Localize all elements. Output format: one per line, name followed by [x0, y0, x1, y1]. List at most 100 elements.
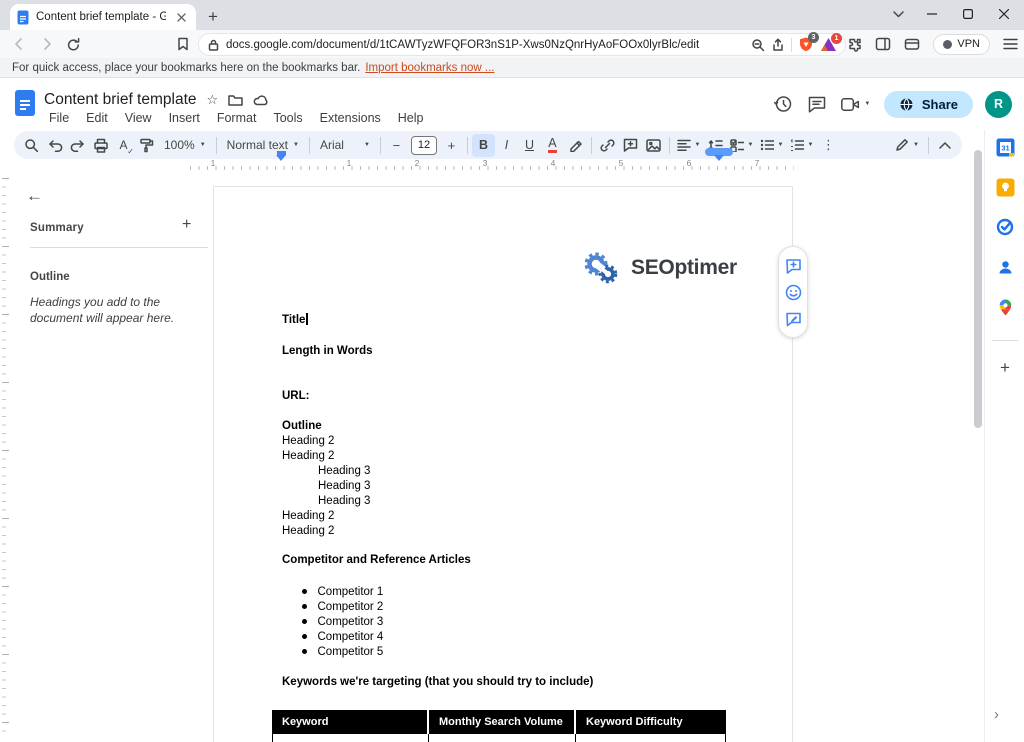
import-bookmarks-link[interactable]: Import bookmarks now ...: [365, 62, 494, 74]
new-tab-button[interactable]: +: [202, 6, 224, 28]
forward-button[interactable]: [36, 33, 58, 55]
menu-help[interactable]: Help: [391, 110, 431, 126]
outline-item[interactable]: Heading 2: [282, 524, 334, 538]
back-button[interactable]: [8, 33, 30, 55]
list-item[interactable]: Competitor 3: [302, 614, 383, 629]
video-call-dropdown-icon[interactable]: ▼: [864, 101, 870, 107]
window-close-button[interactable]: [990, 2, 1018, 26]
document-scrollbar[interactable]: [974, 150, 982, 428]
browser-tab[interactable]: Content brief template - Google D: [10, 4, 196, 30]
doc-url-field[interactable]: URL:: [282, 389, 309, 403]
doc-length-field[interactable]: Length in Words: [282, 344, 373, 358]
keywords-table[interactable]: Keyword Monthly Search Volume Keyword Di…: [272, 710, 726, 742]
menu-file[interactable]: File: [42, 110, 76, 126]
star-icon[interactable]: ☆: [207, 92, 219, 108]
font-size-input[interactable]: 12: [410, 135, 437, 155]
editing-mode-button[interactable]: ▼: [890, 134, 924, 157]
contacts-app-icon[interactable]: [995, 257, 1015, 277]
spellcheck-icon[interactable]: A ✓: [112, 134, 135, 157]
cloud-status-icon[interactable]: [253, 94, 269, 106]
reload-button[interactable]: [62, 33, 84, 55]
docs-logo-icon[interactable]: [14, 89, 36, 117]
list-item[interactable]: Competitor 4: [302, 629, 383, 644]
search-menus-icon[interactable]: [20, 134, 43, 157]
bulleted-list-icon[interactable]: ▼: [757, 134, 787, 157]
account-avatar[interactable]: R: [985, 90, 1012, 118]
add-comment-icon[interactable]: [785, 258, 802, 274]
font-size-increase-button[interactable]: +: [440, 134, 463, 157]
keywords-heading[interactable]: Keywords we're targeting (that you shoul…: [282, 675, 593, 689]
tab-close-icon[interactable]: [173, 9, 189, 25]
suggest-edits-icon[interactable]: [785, 311, 802, 327]
move-folder-icon[interactable]: [228, 94, 243, 106]
align-left-icon[interactable]: ▼: [674, 134, 704, 157]
doc-title-field[interactable]: Title: [282, 313, 308, 327]
brave-shield-icon[interactable]: 3: [798, 32, 819, 53]
window-maximize-button[interactable]: [954, 2, 982, 26]
video-call-button[interactable]: ▼: [834, 90, 878, 118]
hide-side-panel-icon[interactable]: ›: [994, 706, 999, 723]
comments-icon[interactable]: [800, 90, 834, 118]
bookmark-page-icon[interactable]: [172, 33, 194, 55]
url-bar[interactable]: docs.google.com/document/d/1tCAWTyzWFQFO…: [198, 32, 846, 56]
insert-link-icon[interactable]: [596, 134, 619, 157]
version-history-icon[interactable]: [766, 90, 800, 118]
competitors-heading[interactable]: Competitor and Reference Articles: [282, 553, 471, 567]
menu-extensions[interactable]: Extensions: [313, 110, 388, 126]
extensions-puzzle-icon[interactable]: [846, 36, 862, 52]
insert-image-icon[interactable]: [642, 134, 665, 157]
vpn-button[interactable]: VPN: [933, 33, 990, 55]
site-lock-icon[interactable]: [207, 38, 220, 52]
left-indent-marker[interactable]: [276, 155, 286, 161]
list-item[interactable]: Competitor 5: [302, 644, 383, 659]
tasks-app-icon[interactable]: [995, 217, 1015, 237]
table-cell[interactable]: [576, 734, 726, 742]
italic-button[interactable]: I: [495, 134, 518, 157]
menu-edit[interactable]: Edit: [79, 110, 115, 126]
emoji-reaction-icon[interactable]: [785, 284, 802, 301]
zoom-select[interactable]: 100% ▼: [158, 134, 212, 157]
text-color-button[interactable]: A: [541, 134, 564, 157]
calendar-app-icon[interactable]: 31: [995, 137, 1015, 157]
doc-outline-heading[interactable]: Outline: [282, 419, 322, 433]
list-item[interactable]: Competitor 1: [302, 584, 383, 599]
content-blocker-icon[interactable]: 1: [820, 33, 842, 52]
highlight-color-icon[interactable]: [564, 134, 587, 157]
menu-format[interactable]: Format: [210, 110, 264, 126]
outline-item[interactable]: Heading 3: [318, 479, 370, 493]
underline-button[interactable]: U: [518, 134, 541, 157]
outline-item[interactable]: Heading 3: [318, 464, 370, 478]
tab-search-chevron-icon[interactable]: [884, 2, 912, 26]
print-icon[interactable]: [89, 134, 112, 157]
right-indent-marker[interactable]: [714, 155, 724, 161]
table-row[interactable]: [272, 734, 726, 742]
undo-icon[interactable]: [43, 134, 66, 157]
document-title[interactable]: Content brief template: [44, 91, 197, 109]
paint-format-icon[interactable]: [135, 134, 158, 157]
share-page-icon[interactable]: [771, 38, 785, 52]
document-page[interactable]: SEOptimer Title Length in Words URL: Out…: [213, 186, 793, 742]
keep-app-icon[interactable]: [995, 177, 1015, 197]
wallet-icon[interactable]: [904, 36, 920, 52]
sidebar-toggle-icon[interactable]: [875, 36, 891, 52]
redo-icon[interactable]: [66, 134, 89, 157]
maps-app-icon[interactable]: [995, 297, 1015, 317]
window-minimize-button[interactable]: [918, 2, 946, 26]
share-button[interactable]: Share: [883, 90, 973, 118]
outline-item[interactable]: Heading 2: [282, 449, 334, 463]
menu-view[interactable]: View: [118, 110, 159, 126]
numbered-list-icon[interactable]: ▼: [787, 134, 817, 157]
font-select[interactable]: Arial ▼: [314, 134, 376, 157]
zoom-out-icon[interactable]: [751, 38, 765, 52]
get-add-ons-button[interactable]: +: [995, 358, 1015, 378]
menu-tools[interactable]: Tools: [266, 110, 309, 126]
add-summary-button[interactable]: +: [182, 216, 191, 234]
outline-item[interactable]: Heading 3: [318, 494, 370, 508]
outline-item[interactable]: Heading 2: [282, 509, 334, 523]
menu-insert[interactable]: Insert: [162, 110, 207, 126]
add-comment-icon[interactable]: [619, 134, 642, 157]
close-outline-icon[interactable]: ←: [26, 186, 43, 206]
table-cell[interactable]: [429, 734, 576, 742]
table-cell[interactable]: [272, 734, 429, 742]
list-item[interactable]: Competitor 2: [302, 599, 383, 614]
